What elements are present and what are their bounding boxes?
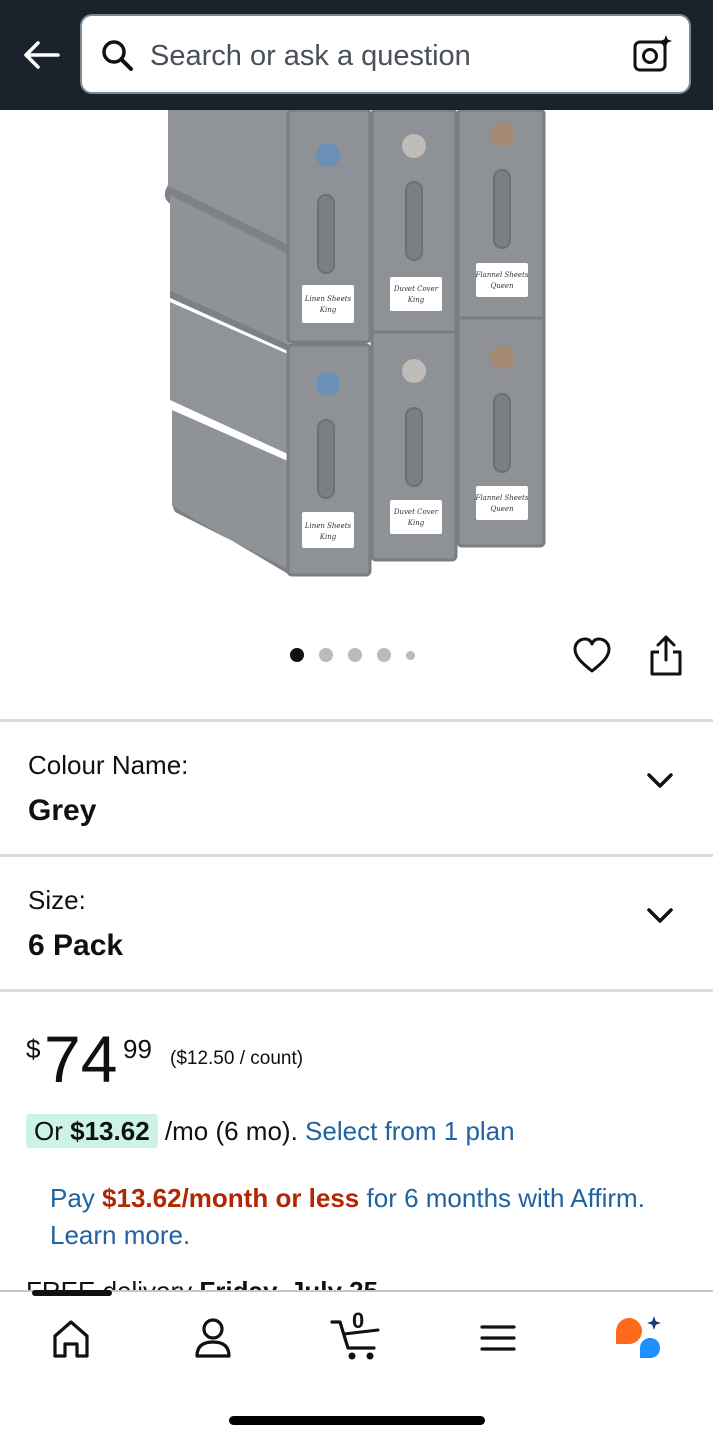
rufus-assistant-icon[interactable]	[612, 1314, 664, 1362]
colour-selector[interactable]: Colour Name: Grey	[0, 722, 713, 854]
carousel-dots[interactable]	[290, 648, 415, 662]
carousel-dot[interactable]	[290, 648, 304, 662]
home-icon[interactable]	[47, 1314, 95, 1362]
affirm-amount: $13.62/month or less	[102, 1183, 360, 1213]
select-plan-link[interactable]: Select from 1 plan	[305, 1116, 515, 1146]
cart-button[interactable]: 0	[330, 1308, 384, 1362]
search-icon	[102, 40, 133, 71]
back-arrow-icon[interactable]	[18, 34, 64, 76]
home-indicator	[229, 1416, 485, 1425]
cart-count: 0	[352, 1308, 365, 1333]
heart-icon[interactable]	[572, 636, 612, 676]
size-selector[interactable]: Size: 6 Pack	[0, 857, 713, 989]
carousel-dot[interactable]	[406, 650, 415, 660]
installment-prefix: Or	[34, 1116, 63, 1146]
price-whole: 74	[44, 1022, 118, 1096]
chevron-down-icon[interactable]	[644, 899, 676, 931]
menu-icon[interactable]	[474, 1314, 522, 1362]
colour-value: Grey	[28, 794, 97, 827]
search-input[interactable]: Search or ask a question	[150, 40, 471, 73]
installment-highlight: Or $13.62	[26, 1114, 158, 1148]
carousel-dot[interactable]	[348, 648, 362, 662]
size-label: Size:	[28, 885, 86, 915]
camera-lens-icon[interactable]	[633, 34, 673, 74]
product-image[interactable]: Linen Sheets King Linen Sheets King Duvet …	[0, 110, 713, 610]
installment-amount: $13.62	[70, 1116, 150, 1146]
search-bar[interactable]: Search or ask a question	[80, 14, 691, 94]
installment-offer: Or $13.62 /mo (6 mo). Select from 1 plan	[26, 1114, 515, 1148]
price-fraction: 99	[123, 1034, 152, 1064]
carousel-dot[interactable]	[319, 648, 333, 662]
unit-price: ($12.50 / count)	[170, 1048, 304, 1069]
colour-label: Colour Name:	[28, 750, 189, 780]
chevron-down-icon[interactable]	[644, 764, 676, 796]
carousel-dot[interactable]	[377, 648, 391, 662]
top-bar: Search or ask a question	[0, 0, 713, 110]
account-icon[interactable]	[189, 1314, 237, 1362]
bottom-nav: 0	[0, 1290, 713, 1440]
size-value: 6 Pack	[28, 929, 124, 962]
divider	[0, 989, 713, 992]
share-icon[interactable]	[646, 634, 686, 678]
affirm-offer[interactable]: Pay $13.62/month or less for 6 months wi…	[50, 1180, 650, 1254]
installment-term: /mo (6 mo).	[164, 1116, 298, 1146]
active-tab-indicator	[32, 1290, 112, 1296]
affirm-pre: Pay	[50, 1183, 95, 1213]
price-currency: $	[26, 1034, 41, 1064]
